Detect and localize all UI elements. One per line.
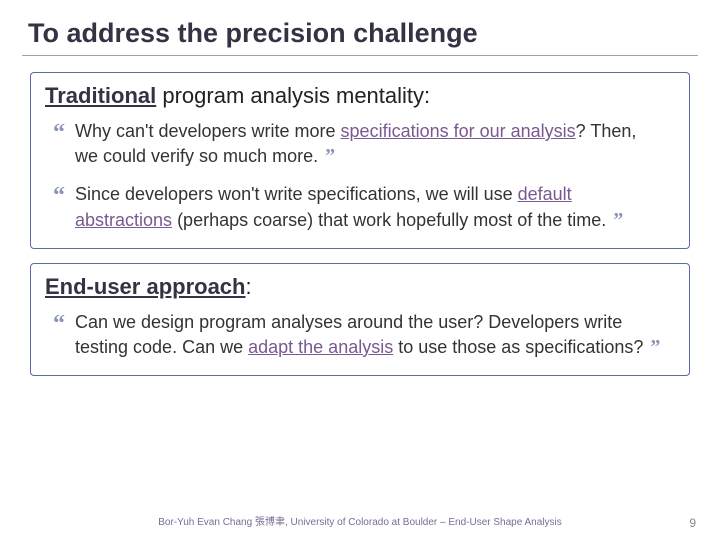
close-quote-icon: ”	[650, 336, 660, 358]
traditional-heading-rest: program analysis mentality:	[156, 83, 430, 108]
title-underline	[22, 55, 698, 56]
open-quote-icon: “	[53, 117, 65, 149]
footer-text: Bor-Yuh Evan Chang 張博聿, University of Co…	[0, 513, 720, 528]
open-quote-icon: “	[53, 308, 65, 340]
quote-block: “ Since developers won't write specifica…	[53, 182, 675, 233]
enduser-box: End-user approach: “ Can we design progr…	[30, 263, 690, 376]
slide-title: To address the precision challenge	[28, 18, 692, 49]
quote-block: “ Can we design program analyses around …	[53, 310, 675, 361]
close-quote-icon: ”	[613, 209, 623, 231]
quote-emph: specifications for our analysis	[341, 121, 576, 141]
close-quote-icon: ”	[325, 145, 335, 167]
enduser-heading-underlined: End-user approach	[45, 274, 245, 299]
quote-block: “ Why can't developers write more specif…	[53, 119, 675, 170]
traditional-heading: Traditional program analysis mentality:	[45, 83, 675, 109]
quote-emph: adapt the analysis	[248, 337, 393, 357]
quote-text: Since developers won't write specificati…	[75, 184, 518, 204]
enduser-heading: End-user approach:	[45, 274, 675, 300]
enduser-heading-rest: :	[245, 274, 251, 299]
traditional-box: Traditional program analysis mentality: …	[30, 72, 690, 249]
open-quote-icon: “	[53, 180, 65, 212]
quote-text: (perhaps coarse) that work hopefully mos…	[172, 210, 606, 230]
quote-text: Why can't developers write more	[75, 121, 341, 141]
quote-text: to use those as specifications?	[393, 337, 643, 357]
page-number: 9	[689, 516, 696, 530]
traditional-heading-underlined: Traditional	[45, 83, 156, 108]
slide: To address the precision challenge Tradi…	[0, 0, 720, 540]
